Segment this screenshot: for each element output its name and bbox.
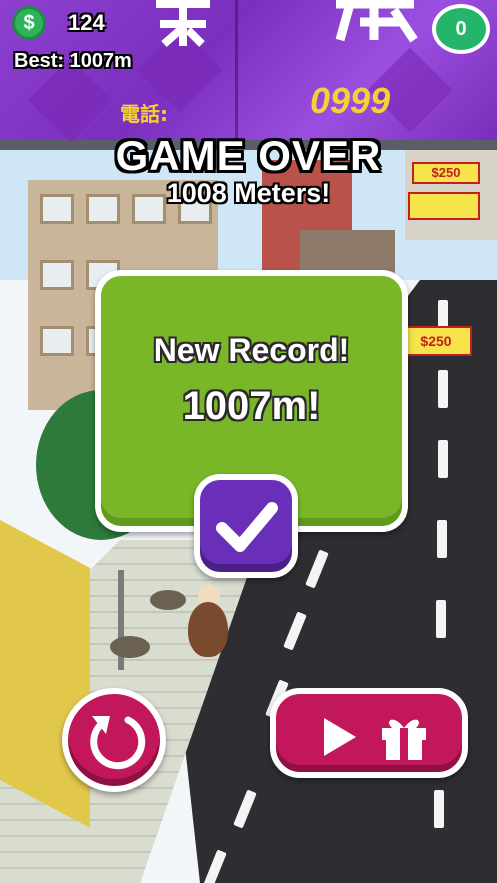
coin-icon: $ bbox=[12, 6, 46, 40]
lane-marking bbox=[434, 790, 444, 828]
coin-count: 124 bbox=[68, 10, 105, 35]
distance-text: 1008 Meters! bbox=[166, 178, 331, 208]
record-title: New Record! bbox=[153, 332, 350, 368]
lane-marking bbox=[438, 440, 448, 478]
record-value: 1007m! bbox=[182, 384, 321, 428]
lane-marking bbox=[437, 520, 447, 558]
gem-counter[interactable]: 0 bbox=[432, 4, 490, 54]
manhole-cover bbox=[110, 636, 150, 658]
restart-icon bbox=[90, 716, 146, 770]
billboard-glyph bbox=[330, 0, 420, 51]
yellow-building bbox=[0, 520, 90, 828]
billboard-glyph bbox=[150, 0, 220, 67]
billboard-number: 0999 bbox=[310, 80, 391, 121]
game-over-title: GAME OVER bbox=[115, 132, 382, 179]
restart-button[interactable] bbox=[62, 688, 166, 792]
manhole-cover bbox=[150, 590, 186, 610]
gift-icon bbox=[382, 719, 426, 760]
building-window bbox=[40, 326, 74, 356]
play-icon bbox=[324, 718, 356, 756]
price-sign: $250 bbox=[400, 326, 472, 356]
price-sign-text: $250 bbox=[420, 333, 452, 349]
lane-marking bbox=[438, 370, 448, 408]
confirm-button[interactable] bbox=[194, 474, 298, 578]
continue-gift-button[interactable] bbox=[270, 688, 468, 778]
billboard-seam bbox=[235, 0, 238, 150]
lane-marking bbox=[436, 600, 446, 638]
checkmark-icon bbox=[216, 502, 278, 552]
best-distance: Best: 1007m bbox=[14, 50, 132, 72]
building-window bbox=[40, 260, 74, 290]
billboard-phone-label: 電話: bbox=[120, 102, 168, 126]
player-character bbox=[188, 602, 228, 657]
